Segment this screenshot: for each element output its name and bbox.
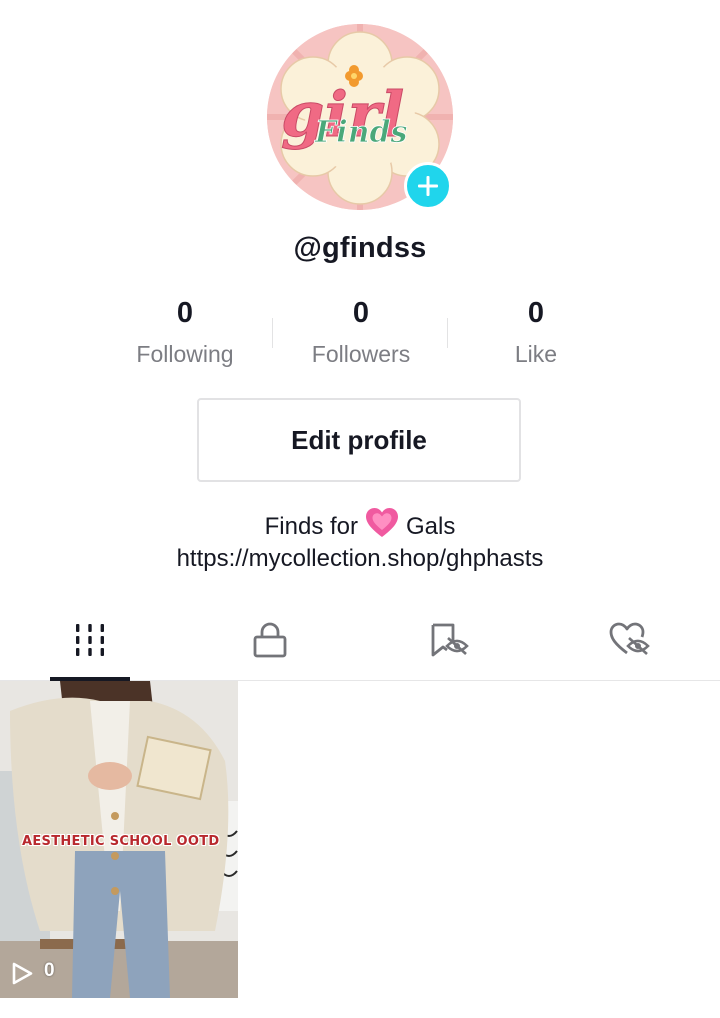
heart-hidden-icon [609, 622, 650, 655]
stat-likes[interactable]: 0 Like [448, 294, 624, 372]
content-tabs [0, 600, 720, 681]
bio-text-after: Gals [406, 513, 456, 540]
edit-profile-button[interactable]: Edit profile [197, 398, 521, 482]
followers-label: Followers [311, 341, 411, 367]
lock-icon [253, 622, 287, 658]
grid-icon [76, 624, 104, 656]
profile-stats: 0 Following 0 Followers 0 Like [97, 294, 623, 374]
bio-text-before: Finds for [264, 513, 358, 540]
stat-following[interactable]: 0 Following [97, 294, 273, 372]
stat-followers[interactable]: 0 Followers [273, 294, 449, 372]
likes-label: Like [514, 341, 558, 367]
bookmark-hidden-icon [431, 623, 469, 657]
tab-liked[interactable] [540, 600, 720, 680]
video-overlay-text: AESTHETIC SCHOOL OOTD [22, 834, 220, 849]
following-label: Following [136, 341, 234, 367]
following-count: 0 [176, 297, 194, 329]
plus-icon [418, 176, 438, 196]
avatar-text-sub: Finds [314, 115, 407, 150]
video-view-count: 0 [44, 960, 55, 981]
likes-count: 0 [527, 297, 545, 329]
tab-private[interactable] [180, 600, 360, 680]
add-avatar-button[interactable] [404, 162, 452, 210]
tab-videos[interactable] [0, 600, 180, 680]
username: @gfindss [293, 232, 427, 264]
tab-favorites[interactable] [360, 600, 540, 680]
bio-link[interactable]: https://mycollection.shop/ghphasts [0, 542, 720, 576]
video-views: 0 [12, 960, 55, 982]
followers-count: 0 [352, 297, 370, 329]
